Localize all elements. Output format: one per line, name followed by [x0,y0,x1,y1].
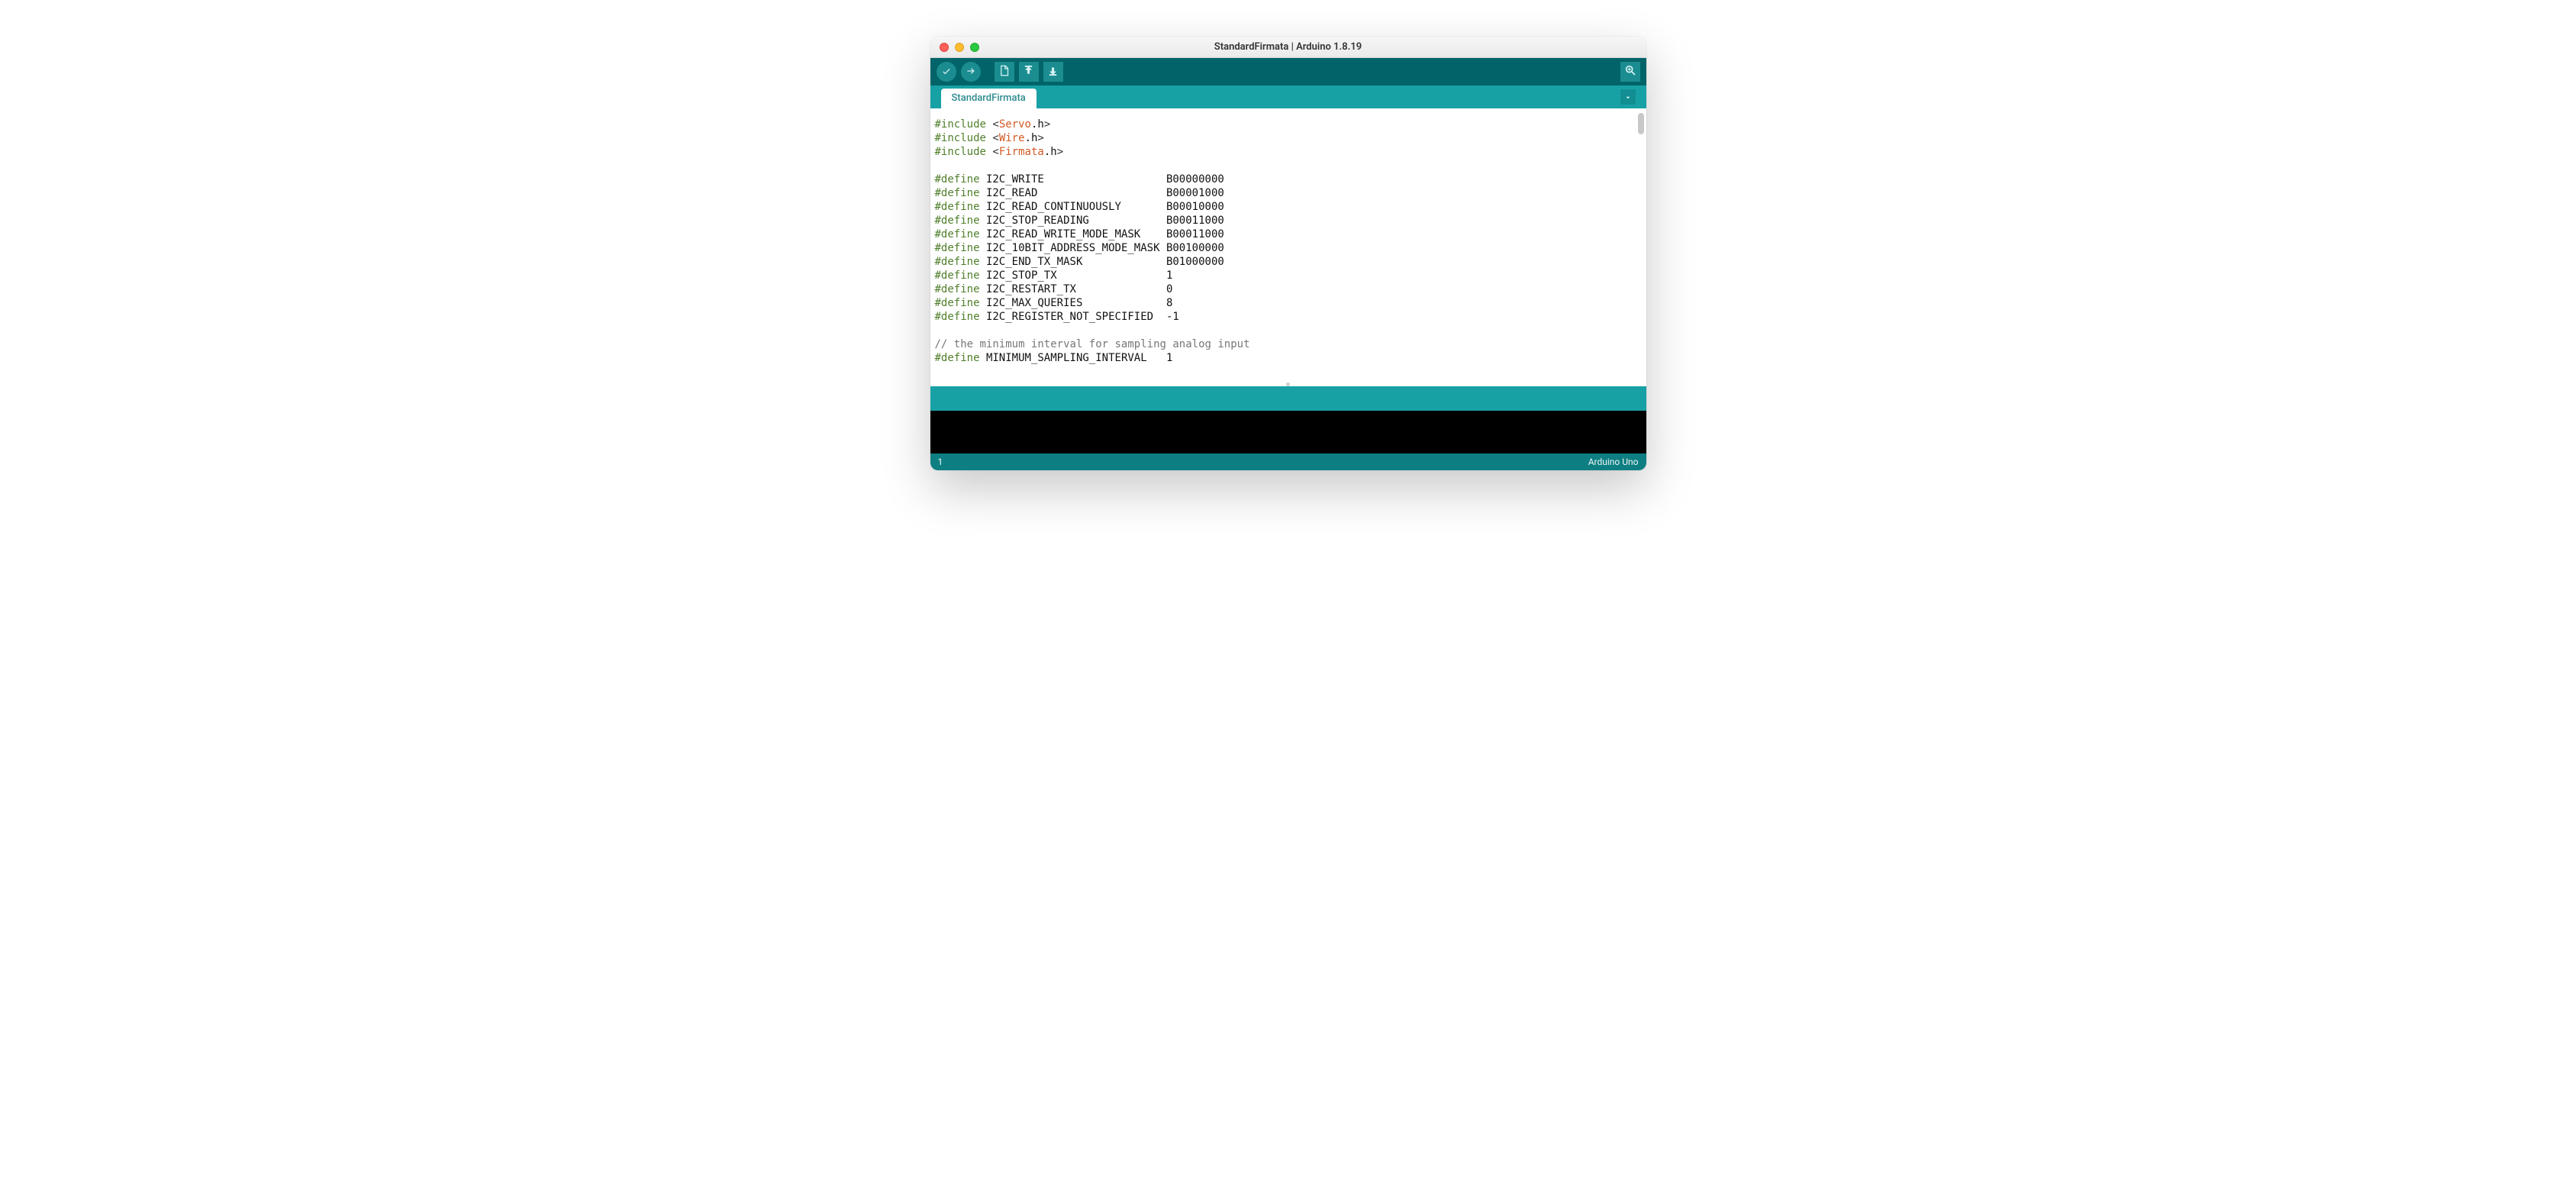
toolbar [930,58,1646,86]
tab-standardfirmata[interactable]: StandardFirmata [941,89,1037,108]
code-line: #include <Servo.h> [935,118,1631,131]
statusbar: 1 Arduino Uno [930,453,1646,470]
new-sketch-button[interactable] [995,62,1014,82]
code-line: #define I2C_RESTART_TX 0 [935,282,1631,296]
code-line: #define MINIMUM_SAMPLING_INTERVAL 1 [935,351,1631,365]
console-output[interactable] [930,411,1646,453]
code-line: #define I2C_REGISTER_NOT_SPECIFIED -1 [935,310,1631,324]
close-window-button[interactable] [940,43,949,52]
message-bar [930,386,1646,411]
upload-button[interactable] [961,62,981,82]
vertical-scrollbar[interactable] [1636,108,1646,382]
traffic-lights [940,43,979,52]
window-title: StandardFirmata | Arduino 1.8.19 [930,41,1646,53]
code-line [935,159,1631,173]
code-line: #define I2C_READ B00001000 [935,186,1631,200]
check-icon [941,65,952,79]
maximize-window-button[interactable] [970,43,979,52]
chevron-down-icon [1624,90,1632,105]
save-sketch-button[interactable] [1043,62,1063,82]
code-line: #define I2C_READ_CONTINUOUSLY B00010000 [935,200,1631,214]
arrow-up-icon [1023,65,1034,79]
status-line-number: 1 [938,457,943,467]
code-line: #define I2C_END_TX_MASK B01000000 [935,255,1631,269]
tab-menu-button[interactable] [1620,89,1636,105]
arrow-down-icon [1047,65,1059,79]
minimize-window-button[interactable] [955,43,964,52]
serial-monitor-button[interactable] [1620,62,1640,82]
status-board: Arduino Uno [1588,457,1639,467]
open-sketch-button[interactable] [1019,62,1039,82]
titlebar: StandardFirmata | Arduino 1.8.19 [930,37,1646,58]
code-line: #define I2C_STOP_READING B00011000 [935,214,1631,228]
app-window: StandardFirmata | Arduino 1.8.19 [930,37,1646,470]
code-line: #define I2C_READ_WRITE_MODE_MASK B000110… [935,228,1631,241]
code-line: #define I2C_STOP_TX 1 [935,269,1631,282]
code-line: // the minimum interval for sampling ana… [935,337,1631,351]
code-line: #include <Firmata.h> [935,145,1631,159]
code-line: #define I2C_MAX_QUERIES 8 [935,296,1631,310]
code-line: #define I2C_WRITE B00000000 [935,173,1631,186]
editor-wrap: #include <Servo.h>#include <Wire.h>#incl… [930,108,1646,382]
grip-dot-icon [1286,382,1290,386]
arrow-right-icon [966,65,976,79]
tabbar: StandardFirmata [930,86,1646,108]
scrollbar-thumb[interactable] [1638,113,1644,134]
code-line: #define I2C_10BIT_ADDRESS_MODE_MASK B001… [935,241,1631,255]
verify-button[interactable] [937,62,956,82]
magnifier-icon [1624,64,1636,79]
file-icon [998,65,1010,79]
code-line: #include <Wire.h> [935,131,1631,145]
code-editor[interactable]: #include <Servo.h>#include <Wire.h>#incl… [930,108,1636,382]
code-line [935,324,1631,337]
